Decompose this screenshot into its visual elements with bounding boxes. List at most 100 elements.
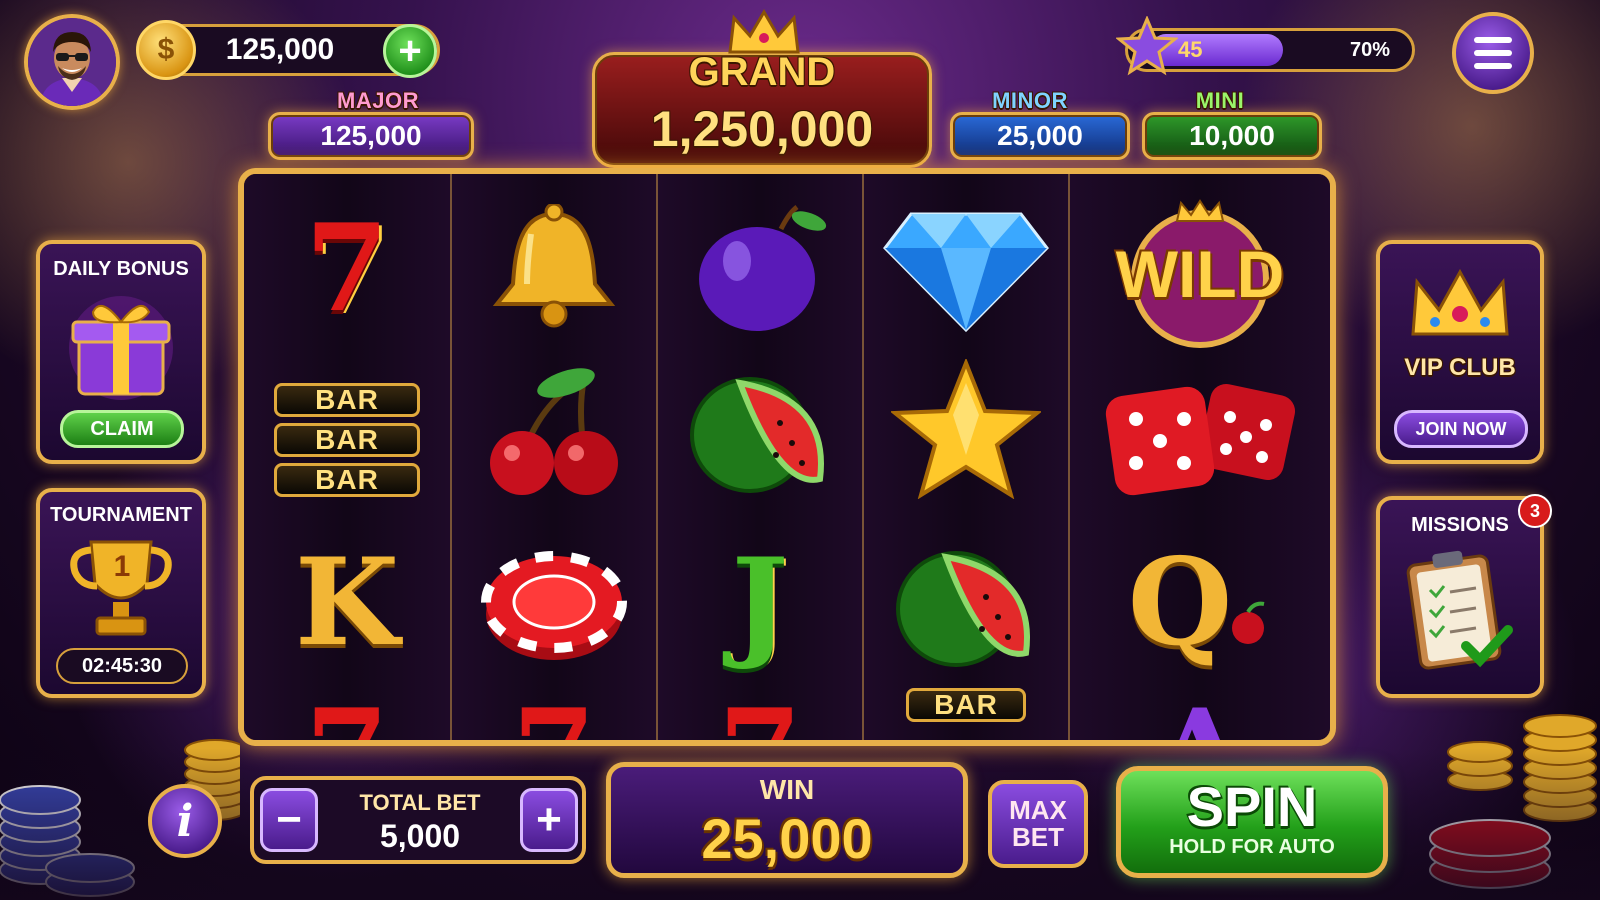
level-star-icon	[1116, 16, 1178, 76]
missions-panel[interactable]: MISSIONS	[1376, 496, 1544, 698]
coin-balance: 125,000	[225, 33, 335, 66]
symbol-ace-partial: A	[1070, 684, 1330, 741]
reel-5: WILD Q A	[1070, 174, 1330, 740]
jackpot-major-value: 125,000	[320, 120, 422, 151]
win-label: WIN	[759, 774, 815, 805]
symbol-cherries	[452, 354, 656, 504]
player-avatar[interactable]	[24, 14, 120, 110]
seven-symbol-glyph: 7	[305, 198, 389, 339]
win-value: 25,000	[701, 807, 873, 870]
gift-icon	[69, 296, 173, 400]
bar-tile: BAR	[274, 463, 420, 497]
missions-title: MISSIONS	[1411, 514, 1509, 536]
max-bet-label-line1: MAX	[1009, 794, 1067, 825]
king-symbol-glyph: K	[294, 532, 400, 673]
watermelon-icon	[690, 377, 824, 493]
max-bet-label-line2: BET	[1012, 822, 1064, 852]
slot-reels: 7 BAR BAR BAR K 7	[238, 168, 1336, 746]
star-icon	[891, 359, 1041, 499]
max-bet-button[interactable]: MAX BET	[988, 780, 1088, 868]
total-bet-label: TOTAL BET	[359, 790, 481, 815]
symbol-jack: J	[658, 528, 862, 678]
symbol-queen: Q	[1070, 528, 1330, 678]
ace-symbol-glyph: A	[1153, 694, 1246, 741]
increase-bet-button[interactable]: +	[520, 788, 578, 852]
vip-crown-icon	[1411, 268, 1509, 336]
coin-icon: $	[136, 20, 196, 80]
symbol-seven-partial: 7	[658, 684, 862, 741]
cherries-icon	[490, 368, 618, 495]
avatar-portrait-icon	[28, 18, 116, 106]
seven-symbol-glyph: 7	[305, 694, 389, 741]
hamburger-icon-line	[1474, 50, 1512, 56]
jackpot-major: 125,000	[268, 112, 474, 160]
queen-symbol-glyph: Q	[1127, 532, 1233, 673]
jackpot-grand-value: 1,250,000	[650, 101, 874, 157]
tournament-title: TOURNAMENT	[50, 504, 192, 526]
symbol-bar-partial: BAR	[864, 688, 1068, 740]
plum-icon	[699, 205, 827, 331]
watermelon-icon	[896, 551, 1030, 667]
bell-icon	[492, 204, 616, 328]
xp-percent: 70%	[1349, 38, 1391, 61]
symbol-dice	[1070, 364, 1330, 504]
symbol-watermelon	[864, 528, 1068, 678]
symbol-plum	[658, 194, 862, 344]
cherry-icon	[1232, 601, 1265, 644]
symbol-diamond	[864, 194, 1068, 344]
jackpot-minor-label: MINOR	[992, 88, 1068, 113]
seven-symbol-glyph: 7	[718, 694, 802, 741]
info-button[interactable]: i	[148, 784, 222, 858]
total-bet-value: 5,000	[379, 818, 461, 854]
diamond-icon	[883, 212, 1049, 333]
jackpot-minor-value: 25,000	[997, 120, 1083, 151]
casino-chip-icon	[481, 551, 627, 660]
hamburger-icon-line	[1474, 37, 1512, 43]
tournament-panel[interactable]: TOURNAMENT 1 02:45:30	[36, 488, 206, 698]
symbol-triple-bar: BAR BAR BAR	[244, 370, 450, 510]
reel-3: J 7	[658, 174, 864, 740]
bar-tile: BAR	[906, 688, 1026, 722]
add-coins-button[interactable]: +	[383, 24, 437, 78]
join-now-button[interactable]: JOIN NOW	[1394, 410, 1528, 448]
symbol-wild: WILD	[1070, 194, 1330, 354]
symbol-watermelon	[658, 354, 862, 504]
wild-symbol-text: WILD	[1115, 237, 1285, 311]
claim-button[interactable]: CLAIM	[60, 410, 184, 448]
jackpot-minor: 25,000	[950, 112, 1130, 160]
symbol-king: K	[244, 528, 450, 678]
symbol-seven-partial: 7	[244, 684, 450, 741]
spin-hold-hint: HOLD FOR AUTO	[1169, 836, 1335, 858]
seven-symbol-glyph: 7	[512, 694, 596, 741]
reel-4: BAR	[864, 174, 1070, 740]
tournament-rank: 1	[113, 550, 131, 583]
symbol-seven: 7	[244, 194, 450, 344]
reel-1: 7 BAR BAR BAR K 7	[244, 174, 452, 740]
dice-icon	[1105, 383, 1296, 496]
bar-tile: BAR	[274, 383, 420, 417]
daily-bonus-panel[interactable]: DAILY BONUS CLAIM	[36, 240, 206, 464]
symbol-star	[864, 354, 1068, 504]
vip-club-panel[interactable]: VIP CLUB JOIN NOW	[1376, 240, 1544, 464]
tournament-timer: 02:45:30	[56, 648, 188, 684]
trophy-icon	[70, 540, 172, 636]
missions-count-badge: 3	[1518, 494, 1552, 528]
jackpot-mini: 10,000	[1142, 112, 1322, 160]
symbol-seven-partial: 7	[452, 684, 656, 741]
spin-label: SPIN	[1186, 775, 1318, 838]
jackpot-mini-label: MINI	[1195, 88, 1245, 113]
menu-button[interactable]	[1452, 12, 1534, 94]
bar-tile: BAR	[274, 423, 420, 457]
daily-bonus-title: DAILY BONUS	[53, 258, 189, 280]
player-level: 45	[1178, 37, 1203, 62]
symbol-bell	[452, 194, 656, 344]
jackpot-major-label: MAJOR	[337, 88, 419, 113]
reel-2: 7	[452, 174, 658, 740]
hamburger-icon-line	[1474, 63, 1512, 69]
symbol-casino-chip	[452, 528, 656, 678]
jackpot-mini-value: 10,000	[1189, 120, 1275, 151]
vip-club-title: VIP CLUB	[1404, 354, 1516, 381]
clipboard-checklist-icon	[1406, 550, 1513, 670]
jackpot-grand-label: GRAND	[688, 50, 836, 94]
decrease-bet-button[interactable]: −	[260, 788, 318, 852]
